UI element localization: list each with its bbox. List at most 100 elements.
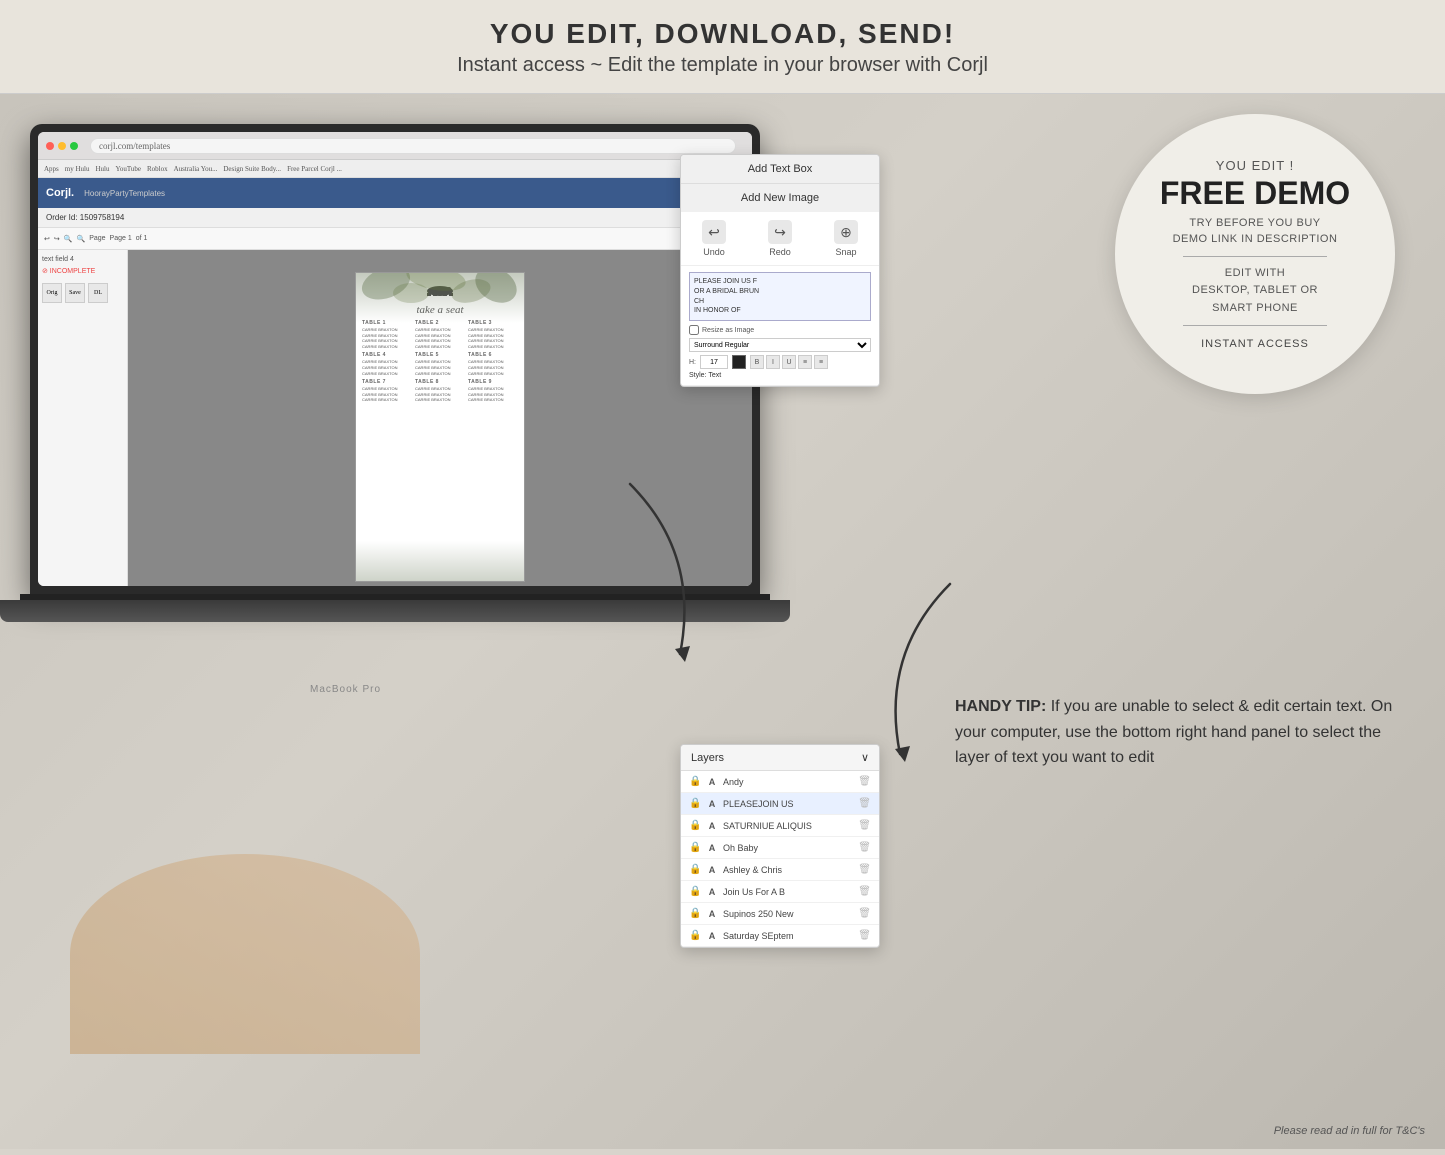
snap-icon[interactable]: ⊕ (834, 220, 858, 244)
layer-item-pleasejoin[interactable]: 🔒 A PLEASEJOIN US 🗑 (681, 793, 879, 815)
panel-size-row: H: B I U ≡ ≡ (689, 355, 871, 369)
bookmark-roblox[interactable]: Roblox (147, 165, 168, 173)
leaf-svg-top (356, 273, 525, 323)
toolbar-zoom-in[interactable]: 🔍 (64, 235, 73, 243)
free-demo-circle: YOU EDIT ! FREE DEMO TRY BEFORE YOU BUY … (1115, 114, 1395, 394)
bold-button[interactable]: B (750, 355, 764, 369)
bookmark-hulu2[interactable]: Hulu (95, 165, 109, 173)
delete-icon-joinusforab[interactable]: 🗑 (858, 886, 871, 897)
toolbar-zoom-out[interactable]: 🔍 (76, 235, 85, 243)
top-banner: YOU EDIT, DOWNLOAD, SEND! Instant access… (0, 0, 1445, 94)
layer-item-ashley[interactable]: 🔒 A Ashley & Chris 🗑 (681, 859, 879, 881)
undo-icon[interactable]: ↩ (702, 220, 726, 244)
italic-button[interactable]: I (766, 355, 780, 369)
delete-icon-ohbaby[interactable]: 🗑 (858, 842, 871, 853)
chart-leaf-top (356, 273, 524, 323)
format-buttons: B I U ≡ ≡ (750, 355, 828, 369)
bookmark-australia[interactable]: Australia You... (174, 165, 218, 173)
layer-item-saturday[interactable]: 🔒 A Saturday SEptem 🗑 (681, 925, 879, 947)
redo-icon[interactable]: ↪ (768, 220, 792, 244)
delete-icon-supinos[interactable]: 🗑 (858, 908, 871, 919)
layer-item-supinos[interactable]: 🔒 A Supinos 250 New 🗑 (681, 903, 879, 925)
delete-icon-saturday[interactable]: 🗑 (858, 930, 871, 941)
toolbar-redo[interactable]: ↪ (54, 235, 60, 243)
snap-label: Snap (835, 247, 856, 257)
align-center-button[interactable]: ≡ (814, 355, 828, 369)
panel-text-editor: PLEASE JOIN US FOR A BRIDAL BRUNCHIN HON… (681, 266, 879, 386)
table-3-names: CARRIE BRAXTONCARRIE BRAXTONCARRIE BRAXT… (468, 327, 518, 349)
layer-name-ohbaby: Oh Baby (723, 843, 853, 853)
layers-title: Layers (691, 752, 724, 764)
panel-style-row: Style: Text (689, 372, 871, 379)
table-6-label: TABLE 6 (468, 352, 518, 359)
layer-item-andy[interactable]: 🔒 A Andy 🗑 (681, 771, 879, 793)
demo-link-label: DEMO LINK IN DESCRIPTION (1173, 233, 1338, 245)
type-icon-ashley: A (706, 865, 718, 875)
corjl-order-bar: Order Id: 1509758194 (38, 208, 752, 228)
edit-with-label: EDIT WITHDESKTOP, TABLET ORSMART PHONE (1192, 265, 1318, 318)
layer-name-saturday: Saturday SEptem (723, 931, 853, 941)
font-family-select[interactable]: Surround Regular (689, 338, 871, 352)
bookmark-parcel[interactable]: Free Parcel Corjl ... (287, 165, 342, 173)
table-col-2: TABLE 2 CARRIE BRAXTONCARRIE BRAXTONCARR… (415, 320, 465, 403)
browser-close-dot[interactable] (46, 142, 54, 150)
color-swatch[interactable] (732, 355, 746, 369)
table-col-1: TABLE 1 CARRIE BRAXTONCARRIE BRAXTONCARR… (362, 320, 412, 403)
toolbar-page-of: of 1 (136, 235, 148, 242)
lock-icon-saturday: 🔒 (689, 930, 701, 941)
delete-icon-pleasejoin[interactable]: 🗑 (858, 798, 871, 809)
corjl-header: Corjl. HoorayPartyTemplates (38, 178, 752, 208)
table-7-names: CARRIE BRAXTONCARRIE BRAXTONCARRIE BRAXT… (362, 386, 412, 403)
type-icon-ohbaby: A (706, 843, 718, 853)
toolbar-undo[interactable]: ↩ (44, 235, 50, 243)
browser-maximize-dot[interactable] (70, 142, 78, 150)
undo-tool[interactable]: ↩ Undo (702, 220, 726, 257)
resize-checkbox[interactable] (689, 325, 699, 335)
table-4-label: TABLE 4 (362, 352, 412, 359)
bookmark-design[interactable]: Design Suite Body... (223, 165, 281, 173)
sidebar-original-btn[interactable]: Orig (42, 283, 62, 303)
snap-tool[interactable]: ⊕ Snap (834, 220, 858, 257)
delete-icon-saturniue[interactable]: 🗑 (858, 820, 871, 831)
sidebar-status-incomplete: ⊘ INCOMPLETE (42, 267, 123, 275)
type-icon-saturday: A (706, 931, 718, 941)
lock-icon-ohbaby: 🔒 (689, 842, 701, 853)
table-col-3: TABLE 3 CARRIE BRAXTONCARRIE BRAXTONCARR… (468, 320, 518, 403)
layer-name-saturniue: SATURNIUE ALIQUIS (723, 821, 853, 831)
font-size-input[interactable] (700, 355, 728, 369)
toolbar-page-label: Page (89, 235, 105, 242)
sidebar-download-btn[interactable]: DL (88, 283, 108, 303)
table-2-names: CARRIE BRAXTONCARRIE BRAXTONCARRIE BRAXT… (415, 327, 465, 349)
try-before-text: TRY BEFORE YOU BUY DEMO LINK IN DESCRIPT… (1173, 215, 1338, 248)
align-left-button[interactable]: ≡ (798, 355, 812, 369)
layer-item-saturniue[interactable]: 🔒 A SATURNIUE ALIQUIS 🗑 (681, 815, 879, 837)
table-9-label: TABLE 9 (468, 379, 518, 386)
bookmark-hulu[interactable]: my Hulu (65, 165, 90, 173)
panel-format-row: Surround Regular (689, 338, 871, 352)
redo-tool[interactable]: ↪ Redo (768, 220, 792, 257)
handy-tip-section: HANDY TIP: If you are unable to select &… (955, 694, 1395, 771)
bookmark-apps[interactable]: Apps (44, 165, 59, 173)
corjl-toolbar: ↩ ↪ 🔍 🔍 Page Page 1 of 1 (38, 228, 752, 250)
panel-text-content[interactable]: PLEASE JOIN US FOR A BRIDAL BRUNCHIN HON… (689, 272, 871, 321)
table-6-names: CARRIE BRAXTONCARRIE BRAXTONCARRIE BRAXT… (468, 359, 518, 376)
add-text-box-button[interactable]: Add Text Box (681, 155, 879, 184)
browser-minimize-dot[interactable] (58, 142, 66, 150)
delete-icon-andy[interactable]: 🗑 (858, 776, 871, 787)
toolbar-page-num: Page 1 (110, 235, 132, 242)
chart-tables: TABLE 1 CARRIE BRAXTONCARRIE BRAXTONCARR… (356, 316, 524, 407)
add-new-image-button[interactable]: Add New Image (681, 184, 879, 212)
corjl-sidebar: text field 4 ⊘ INCOMPLETE Orig Save DL (38, 250, 128, 586)
delete-icon-ashley[interactable]: 🗑 (858, 864, 871, 875)
handy-tip-label: HANDY TIP: (955, 698, 1046, 715)
layer-item-joinusforab[interactable]: 🔒 A Join Us For A B 🗑 (681, 881, 879, 903)
sidebar-save-btn[interactable]: Save (65, 283, 85, 303)
arrow-svg-2 (600, 474, 720, 674)
main-area: corjl.com/templates Apps my Hulu Hulu Yo… (0, 94, 1445, 1149)
underline-button[interactable]: U (782, 355, 796, 369)
bookmark-youtube[interactable]: YouTube (115, 165, 141, 173)
chart-leaf-bottom (356, 541, 524, 581)
layer-item-ohbaby[interactable]: 🔒 A Oh Baby 🗑 (681, 837, 879, 859)
browser-address-bar[interactable]: corjl.com/templates (90, 138, 736, 154)
table-5-names: CARRIE BRAXTONCARRIE BRAXTONCARRIE BRAXT… (415, 359, 465, 376)
